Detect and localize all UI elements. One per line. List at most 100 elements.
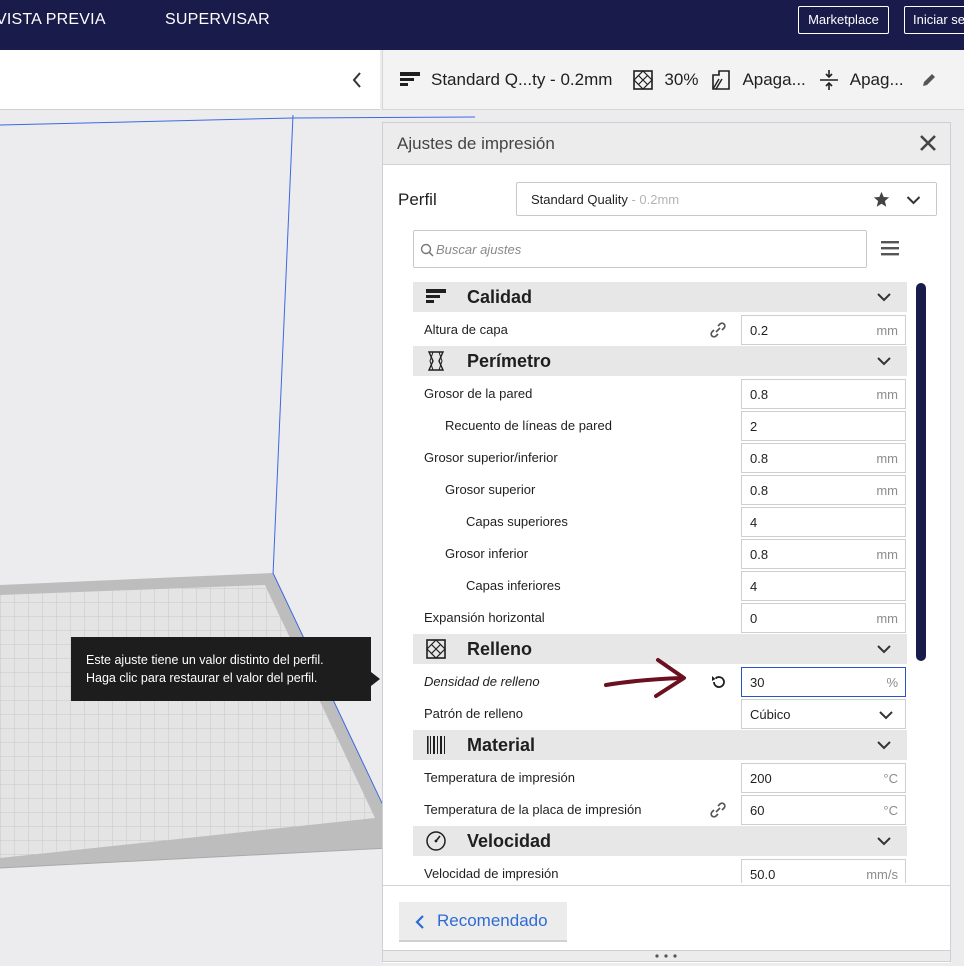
panel-header: Ajustes de impresión: [383, 123, 950, 165]
settings-scrollbar[interactable]: [916, 283, 926, 661]
setting-input[interactable]: 50.0 mm/s: [741, 859, 906, 883]
setting-label: Velocidad de impresión: [424, 866, 559, 881]
panel-title: Ajustes de impresión: [397, 134, 555, 153]
chevron-left-icon[interactable]: [350, 68, 364, 92]
setting-unit: °C: [883, 771, 898, 786]
setting-unit: mm: [876, 611, 898, 626]
edit-pencil-icon[interactable]: [921, 72, 937, 88]
setting-top-layers: Capas superiores 4: [413, 507, 907, 537]
summary-infill[interactable]: 30%: [632, 69, 698, 91]
setting-label: Grosor superior: [445, 482, 536, 497]
recommended-button[interactable]: Recomendado: [399, 902, 567, 942]
setting-input[interactable]: 4: [741, 571, 906, 601]
setting-unit: mm: [876, 451, 898, 466]
summary-support-text: Apaga...: [742, 69, 806, 89]
setting-unit: mm/s: [866, 867, 898, 882]
setting-input[interactable]: 0.2 mm: [741, 315, 906, 345]
setting-label: Patrón de relleno: [424, 706, 524, 721]
summary-infill-text: 30%: [664, 69, 699, 89]
setting-value: 0: [750, 611, 758, 626]
setting-input[interactable]: 30 %: [741, 667, 906, 697]
chevron-down-icon: [877, 293, 891, 302]
category-walls[interactable]: Perímetro: [413, 346, 907, 376]
annotation-arrow: [604, 658, 686, 698]
recommended-label: Recomendado: [437, 911, 548, 930]
nav-preview-tab[interactable]: VISTA PREVIA: [0, 0, 106, 40]
setting-input[interactable]: 4: [741, 507, 906, 537]
setting-value: 30: [750, 675, 765, 690]
summary-support[interactable]: Apaga...: [710, 69, 806, 91]
setting-wall-line-count: Recuento de líneas de pared 2: [413, 411, 907, 441]
tooltip-line-1: Este ajuste tiene un valor distinto del …: [86, 653, 324, 667]
print-settings-summary[interactable]: Standard Q...ty - 0.2mm 30% Apaga... Apa…: [382, 50, 964, 110]
setting-dropdown[interactable]: Cúbico: [741, 699, 906, 729]
adhesion-icon: [819, 69, 838, 90]
category-label: Velocidad: [467, 831, 552, 851]
category-label: Calidad: [467, 287, 533, 307]
setting-label: Altura de capa: [424, 322, 508, 337]
setting-print-temperature: Temperatura de impresión 200 °C: [413, 763, 907, 793]
drag-dots-icon: [655, 954, 677, 958]
chevron-down-icon: [906, 196, 921, 205]
setting-value: 4: [750, 579, 758, 594]
panel-resize-handle[interactable]: [382, 950, 951, 962]
setting-input[interactable]: 2: [741, 411, 906, 441]
category-label: Relleno: [467, 639, 533, 659]
marketplace-button[interactable]: Marketplace: [798, 6, 889, 34]
signin-button[interactable]: Iniciar se: [904, 6, 964, 34]
chevron-down-icon: [877, 357, 891, 366]
profile-dropdown[interactable]: Standard Quality - 0.2mm: [516, 182, 937, 216]
setting-bed-temperature: Temperatura de la placa de impresión 60 …: [413, 795, 907, 825]
setting-value: 0.8: [750, 451, 769, 466]
profile-dropdown-value: Standard Quality - 0.2mm: [531, 192, 680, 207]
close-icon[interactable]: [918, 133, 938, 153]
setting-input[interactable]: 200 °C: [741, 763, 906, 793]
setting-value: 2: [750, 419, 758, 434]
infill-icon: [426, 639, 446, 659]
search-icon: [420, 243, 434, 257]
setting-value: 50.0: [750, 867, 776, 882]
summary-profile-text: Standard Q...ty - 0.2mm: [431, 69, 613, 89]
reset-tooltip: Este ajuste tiene un valor distinto del …: [71, 637, 371, 701]
setting-input[interactable]: 0.8 mm: [741, 379, 906, 409]
setting-unit: mm: [876, 323, 898, 338]
setting-label: Temperatura de impresión: [424, 770, 576, 785]
object-list-collapse-bar: [0, 50, 380, 110]
setting-label: Grosor inferior: [445, 546, 529, 561]
category-quality[interactable]: Calidad: [413, 282, 907, 312]
settings-menu-icon[interactable]: [881, 240, 899, 256]
setting-label: Capas superiores: [466, 514, 568, 529]
nav-monitor-tab[interactable]: SUPERVISAR: [165, 0, 270, 40]
setting-top-thickness: Grosor superior 0.8 mm: [413, 475, 907, 505]
settings-search[interactable]: [413, 230, 867, 268]
category-material[interactable]: Material: [413, 730, 907, 760]
category-speed[interactable]: Velocidad: [413, 826, 907, 856]
setting-label: Grosor de la pared: [424, 386, 533, 401]
setting-horizontal-expansion: Expansión horizontal 0 mm: [413, 603, 907, 633]
setting-unit: %: [886, 675, 898, 690]
search-input[interactable]: [436, 239, 856, 259]
category-label: Material: [467, 735, 536, 755]
setting-input[interactable]: 0.8 mm: [741, 539, 906, 569]
setting-input[interactable]: 0.8 mm: [741, 443, 906, 473]
summary-adhesion-text: Apag...: [849, 69, 904, 89]
quality-icon: [400, 71, 420, 86]
reset-icon[interactable]: [710, 673, 728, 691]
setting-layer-height: Altura de capa 0.2 mm: [413, 315, 907, 345]
setting-input[interactable]: 60 °C: [741, 795, 906, 825]
setting-input[interactable]: 0.8 mm: [741, 475, 906, 505]
chevron-down-icon: [879, 711, 893, 720]
setting-value: 0.2: [750, 323, 769, 338]
setting-value: 200: [750, 771, 772, 786]
support-icon: [712, 69, 731, 90]
setting-input[interactable]: 0 mm: [741, 603, 906, 633]
chevron-down-icon: [877, 645, 891, 654]
setting-print-speed: Velocidad de impresión 50.0 mm/s: [413, 859, 907, 883]
summary-adhesion[interactable]: Apag...: [818, 69, 904, 91]
print-settings-panel: Ajustes de impresión Perfil Standard Qua…: [382, 122, 951, 963]
star-icon[interactable]: [873, 191, 890, 208]
chevron-down-icon: [877, 741, 891, 750]
setting-unit: mm: [876, 483, 898, 498]
setting-unit: mm: [876, 547, 898, 562]
summary-profile[interactable]: Standard Q...ty - 0.2mm: [399, 69, 612, 91]
